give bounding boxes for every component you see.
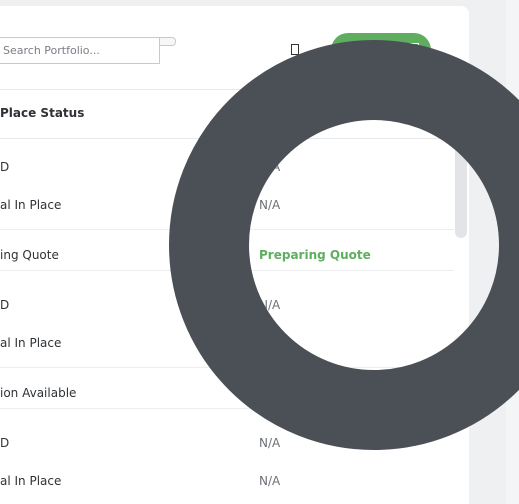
row-1-current-phase: N/A xyxy=(259,160,281,174)
search-input[interactable] xyxy=(0,37,160,64)
row-2-current-phase: N/A xyxy=(259,198,281,212)
row-7-place-status: D xyxy=(0,436,10,450)
row-8-current-phase: N/A xyxy=(259,474,281,488)
row-7-current-phase: N/A xyxy=(259,436,281,450)
search-clear-tab[interactable] xyxy=(160,37,176,46)
document-icon[interactable] xyxy=(288,40,302,58)
row-divider xyxy=(0,229,454,230)
row-divider xyxy=(0,367,454,368)
row-8-place-status: al In Place xyxy=(0,474,62,488)
row-1-place-status: D xyxy=(0,160,10,174)
column-header-place-status[interactable]: Place Status xyxy=(0,106,84,120)
document-icon xyxy=(410,43,419,55)
column-header-current-phase[interactable]: Current Phase xyxy=(259,106,356,120)
app-canvas: Place Status Current Phase D N/A al In P… xyxy=(0,0,519,504)
row-6-place-status: ion Available xyxy=(0,386,77,400)
header-bottom-divider xyxy=(0,138,454,139)
row-5-place-status: al In Place xyxy=(0,336,62,350)
green-action-button[interactable] xyxy=(331,33,431,67)
row-3-current-phase: Preparing Quote xyxy=(259,248,371,262)
row-divider xyxy=(0,408,454,409)
row-divider xyxy=(0,270,454,271)
header-top-divider xyxy=(0,89,454,90)
row-3-place-status: ing Quote xyxy=(0,248,59,262)
table-scrollbar-thumb[interactable] xyxy=(455,140,467,238)
row-4-current-phase: N/A xyxy=(259,298,281,312)
page-scroll-area[interactable] xyxy=(506,0,519,504)
portfolio-card: Place Status Current Phase D N/A al In P… xyxy=(0,6,469,504)
row-4-place-status: D xyxy=(0,298,10,312)
row-2-place-status: al In Place xyxy=(0,198,62,212)
document-icon-shape xyxy=(291,43,299,55)
